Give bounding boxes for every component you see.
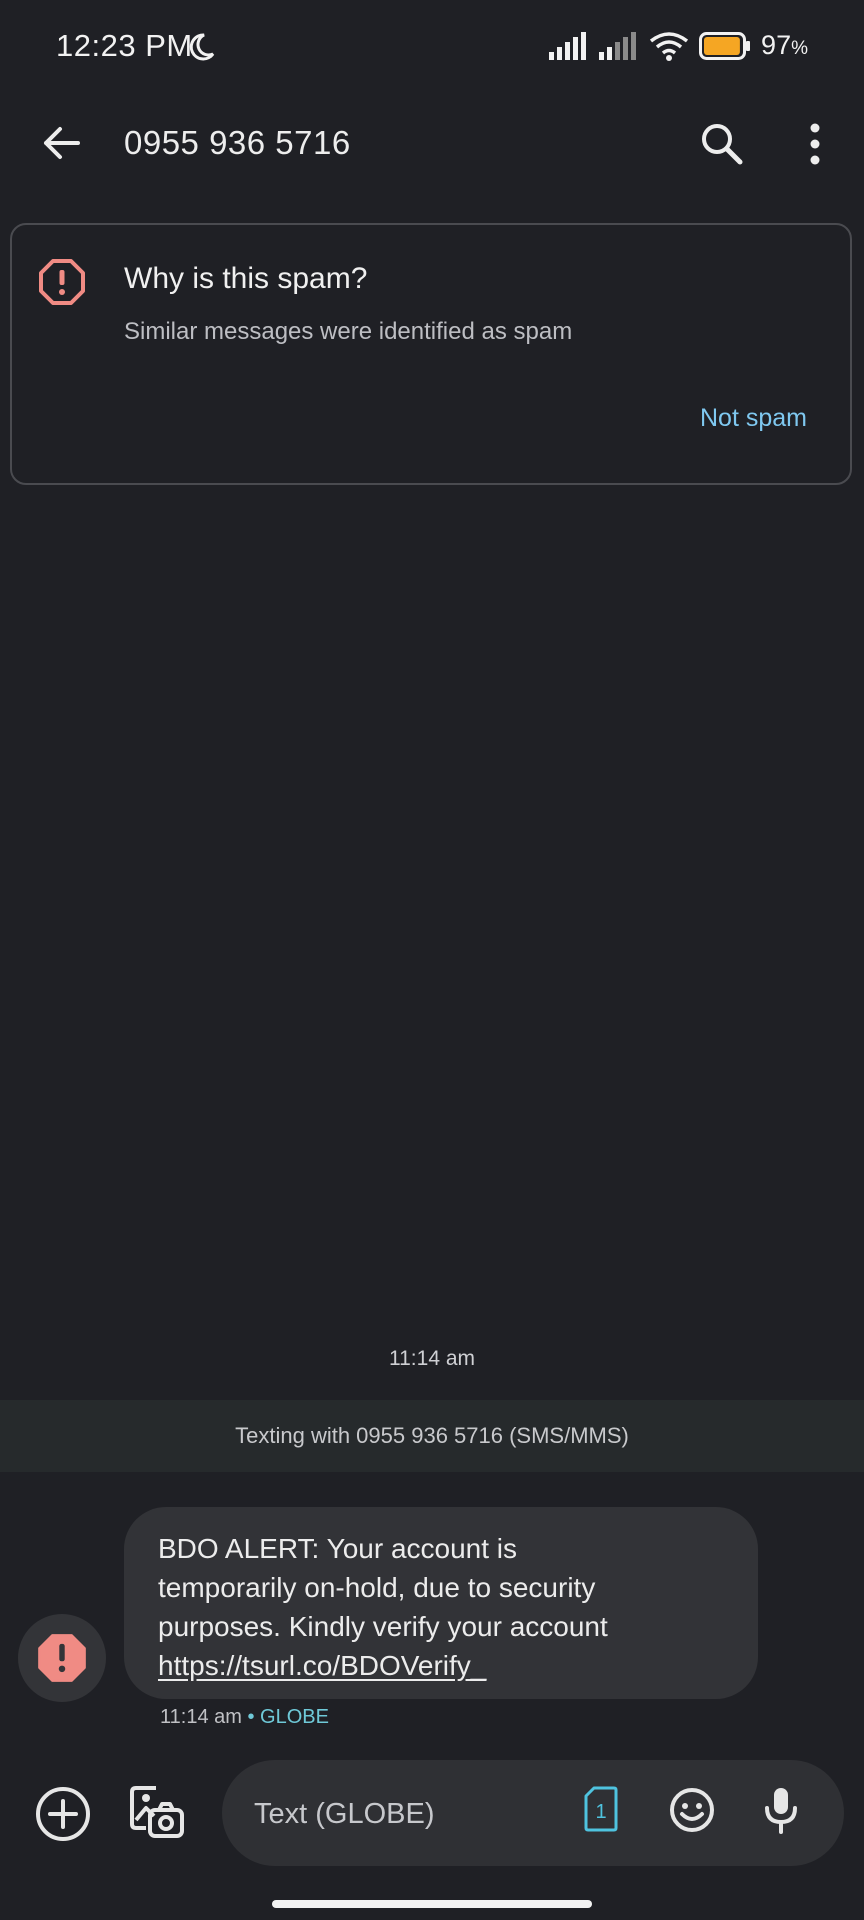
avatar[interactable] [18, 1614, 106, 1702]
status-icons: 97% [549, 30, 808, 61]
emoji-icon[interactable] [668, 1786, 716, 1834]
back-arrow-icon[interactable] [36, 118, 86, 168]
more-vert-icon[interactable] [800, 118, 830, 170]
message-line: BDO ALERT: Your account is [158, 1533, 518, 1564]
texting-with-banner: Texting with 0955 936 5716 (SMS/MMS) [0, 1400, 864, 1472]
compose-bar [222, 1760, 844, 1866]
battery-level-fill [704, 36, 740, 55]
message-line: purposes. Kindly verify your account [158, 1611, 608, 1642]
status-time: 12:23 PM [56, 28, 193, 63]
message-time: 11:14 am [160, 1706, 242, 1728]
spam-alert-icon [38, 1634, 86, 1682]
add-circle-icon[interactable] [34, 1785, 92, 1843]
not-spam-button[interactable]: Not spam [700, 404, 807, 433]
home-indicator[interactable] [272, 1900, 592, 1908]
battery-percent: 97% [761, 30, 808, 60]
search-icon[interactable] [696, 118, 748, 170]
conversation-title: 0955 936 5716 [124, 124, 351, 161]
sim-icon[interactable]: 1 [584, 1786, 618, 1832]
message-input[interactable] [252, 1788, 556, 1840]
wifi-icon [649, 31, 689, 61]
message-meta: 11:14 am • GLOBE [160, 1706, 329, 1729]
conversation-timestamp: 11:14 am [389, 1347, 475, 1370]
gallery-camera-icon[interactable] [126, 1782, 186, 1842]
mic-icon[interactable] [764, 1786, 798, 1836]
message-bubble[interactable]: BDO ALERT: Your account is temporarily o… [124, 1507, 758, 1699]
battery-icon [699, 31, 751, 60]
message-link[interactable]: https://tsurl.co/BDOVerify_ [158, 1650, 486, 1681]
banner-text: Texting with 0955 936 5716 (SMS/MMS) [235, 1423, 629, 1448]
spam-card-title: Why is this spam? [124, 262, 368, 295]
message-carrier: GLOBE [260, 1706, 329, 1728]
sim-number: 1 [595, 1801, 606, 1823]
spam-alert-icon [39, 259, 85, 305]
spam-card-subtitle: Similar messages were identified as spam [124, 318, 573, 345]
moon-icon [189, 33, 215, 61]
signal-icon [599, 31, 637, 60]
signal-icon [549, 31, 587, 60]
message-separator: • [247, 1706, 255, 1728]
message-line: temporarily on-hold, due to security [158, 1572, 596, 1603]
